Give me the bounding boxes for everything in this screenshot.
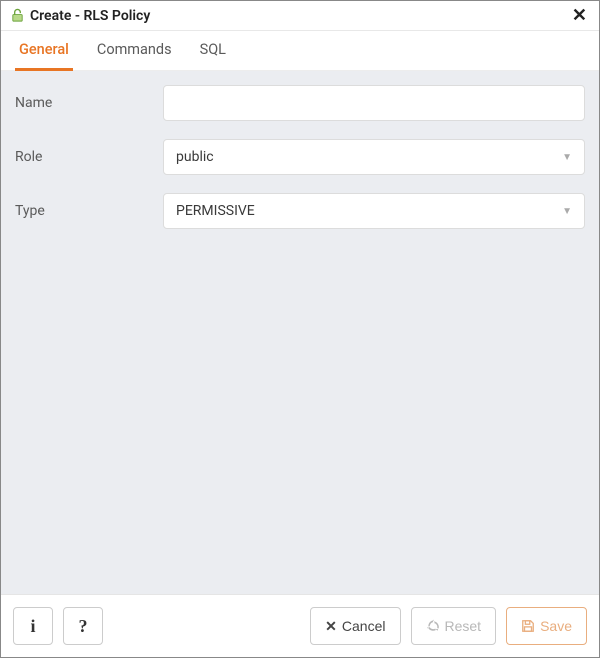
- save-button-label: Save: [540, 618, 572, 634]
- close-icon: ✕: [325, 618, 337, 635]
- field-row-name: Name: [15, 85, 585, 121]
- role-select-value: public: [176, 149, 562, 165]
- type-select[interactable]: PERMISSIVE ▼: [163, 193, 585, 229]
- role-select[interactable]: public ▼: [163, 139, 585, 175]
- dialog-title: Create - RLS Policy: [30, 8, 150, 24]
- tab-general[interactable]: General: [15, 31, 73, 71]
- cancel-button-label: Cancel: [342, 618, 386, 634]
- close-icon[interactable]: ✕: [568, 5, 591, 27]
- type-select-value: PERMISSIVE: [176, 203, 562, 219]
- type-label: Type: [15, 203, 163, 219]
- create-rls-policy-dialog: Create - RLS Policy ✕ General Commands S…: [0, 0, 600, 658]
- reset-button[interactable]: Reset: [411, 607, 497, 645]
- name-label: Name: [15, 95, 163, 111]
- help-button[interactable]: ?: [63, 607, 103, 645]
- info-icon: i: [30, 616, 35, 637]
- cancel-button[interactable]: ✕ Cancel: [310, 607, 400, 645]
- field-row-role: Role public ▼: [15, 139, 585, 175]
- dialog-footer: i ? ✕ Cancel Reset: [1, 594, 599, 657]
- chevron-down-icon: ▼: [562, 152, 572, 163]
- save-button[interactable]: Save: [506, 607, 587, 645]
- tab-sql[interactable]: SQL: [196, 31, 230, 71]
- tab-commands[interactable]: Commands: [93, 31, 176, 71]
- info-button[interactable]: i: [13, 607, 53, 645]
- role-label: Role: [15, 149, 163, 165]
- question-icon: ?: [79, 616, 88, 637]
- recycle-icon: [426, 619, 440, 633]
- dialog-tabs: General Commands SQL: [1, 31, 599, 71]
- chevron-down-icon: ▼: [562, 206, 572, 217]
- reset-button-label: Reset: [445, 618, 482, 634]
- dialog-content: Name Role public ▼ Type PERMISSIVE ▼: [1, 71, 599, 594]
- dialog-titlebar: Create - RLS Policy ✕: [1, 1, 599, 31]
- lock-icon: [9, 8, 25, 24]
- name-input[interactable]: [163, 85, 585, 121]
- field-row-type: Type PERMISSIVE ▼: [15, 193, 585, 229]
- save-icon: [521, 619, 535, 633]
